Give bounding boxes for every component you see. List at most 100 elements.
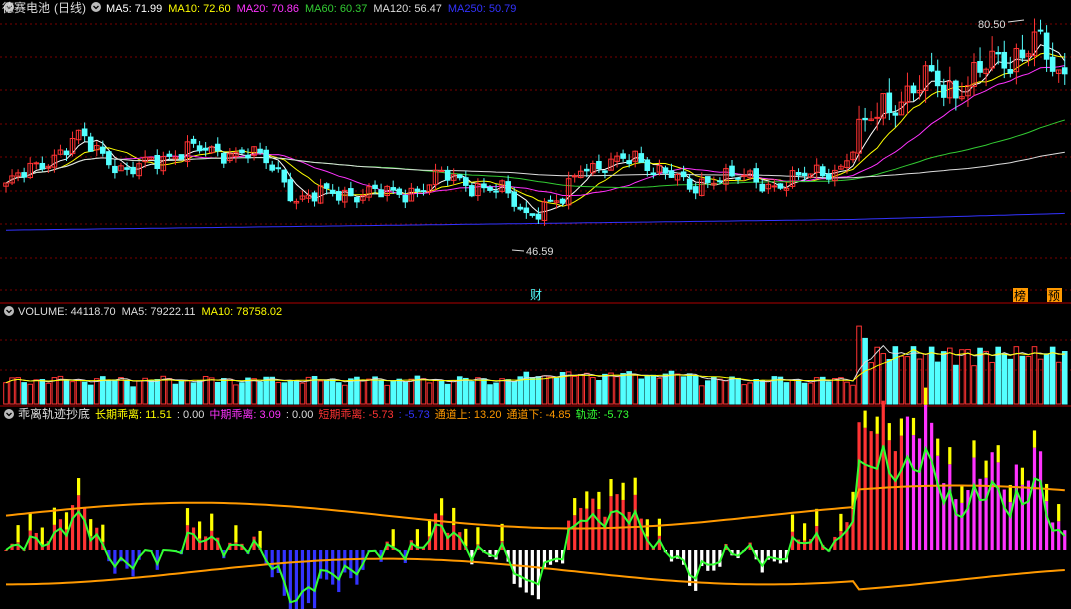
candle-body xyxy=(874,116,881,119)
candle-body xyxy=(456,174,463,179)
indicator-legend-item-6: 通道上: 13.20 xyxy=(435,407,502,421)
candlestick xyxy=(577,165,584,179)
marker-financial[interactable]: 财 xyxy=(530,288,542,302)
volume-bar xyxy=(934,361,941,405)
long-deviation-bar xyxy=(77,478,81,496)
long-deviation-bar xyxy=(645,519,649,537)
volume-bar xyxy=(481,378,487,405)
deviation-bar xyxy=(815,526,819,550)
volume-bar xyxy=(214,381,221,405)
volume-bar xyxy=(390,380,396,405)
long-deviation-bar xyxy=(573,498,577,516)
ma-menu-icon[interactable] xyxy=(91,2,101,12)
indicator-menu-icon[interactable] xyxy=(4,409,14,419)
candle-body xyxy=(729,165,735,177)
volume-bar xyxy=(287,380,294,405)
volume-bar xyxy=(535,376,542,405)
long-deviation-bar xyxy=(875,416,879,434)
candlestick xyxy=(584,163,590,178)
candlesticks[interactable] xyxy=(3,18,1068,226)
deviation-bar xyxy=(52,524,56,550)
deviation-bar xyxy=(712,550,716,571)
volume-bar xyxy=(432,379,439,405)
marker-forecast[interactable]: 预 xyxy=(1048,289,1060,303)
candlestick xyxy=(106,150,112,169)
candlestick xyxy=(1001,40,1008,79)
candlestick xyxy=(227,148,233,163)
volume-menu-icon[interactable] xyxy=(4,306,14,316)
deviation-bar xyxy=(778,550,782,564)
candle-body xyxy=(771,185,778,188)
candle-body xyxy=(335,191,342,201)
candlestick xyxy=(118,162,124,172)
candle-body xyxy=(953,80,959,99)
volume-bar xyxy=(33,379,40,405)
stock-chart[interactable]: 德赛电池 (日线) MA5: 71.99 MA10: 72.60 MA20: 70.… xyxy=(0,0,1071,609)
candlestick xyxy=(348,181,354,197)
ma-legend-item-2: MA20: 70.86 xyxy=(237,3,299,15)
candlestick xyxy=(620,149,626,162)
volume-bar xyxy=(299,382,306,405)
volume-bar xyxy=(87,384,94,405)
candle-body xyxy=(275,167,282,170)
candlestick xyxy=(904,72,911,115)
candle-body xyxy=(668,170,675,178)
candle-body xyxy=(505,181,511,194)
volume-bar xyxy=(747,382,753,405)
deviation-bar xyxy=(83,507,87,550)
candlestick xyxy=(481,178,487,193)
long-deviation-bar xyxy=(40,527,44,545)
volume-bar xyxy=(838,377,844,405)
deviation-bar xyxy=(530,550,534,596)
candlestick xyxy=(233,147,239,163)
deviation-bar xyxy=(548,550,553,565)
deviation-bar xyxy=(131,550,135,577)
volume-bar xyxy=(106,379,112,405)
volume-bar xyxy=(547,376,554,405)
deviation-bar xyxy=(893,451,897,550)
candle-body xyxy=(420,190,427,193)
candlestick xyxy=(317,178,324,205)
indicator-legend-item-1: : 0.00 xyxy=(177,409,205,421)
long-deviation-bar xyxy=(1020,467,1024,485)
candle-body xyxy=(620,153,626,159)
candle-body xyxy=(529,213,536,216)
candlestick xyxy=(819,163,826,179)
long-deviation-bar xyxy=(1045,483,1049,502)
deviation-bar xyxy=(984,477,988,550)
volume-bars[interactable] xyxy=(3,325,1068,405)
volume-bar xyxy=(674,373,681,405)
deviation-bar xyxy=(869,431,873,550)
deviation-bar xyxy=(591,498,595,550)
volume-bar xyxy=(577,373,584,405)
marker-rank[interactable]: 榜 xyxy=(1014,288,1026,303)
candlestick xyxy=(880,93,887,126)
long-deviation-bar xyxy=(803,523,807,541)
volume-bar xyxy=(1019,355,1026,405)
volume-bar xyxy=(995,346,1002,405)
long-deviation-bar xyxy=(972,440,976,458)
candle-body xyxy=(644,159,651,171)
candle-body xyxy=(1019,49,1026,59)
deviation-bar xyxy=(204,536,208,550)
candlestick xyxy=(886,78,893,121)
volume-bar xyxy=(75,379,82,405)
candlestick xyxy=(342,186,348,208)
deviation-bar xyxy=(58,519,63,550)
candle-body xyxy=(263,149,269,164)
candlestick xyxy=(1055,69,1062,83)
candlestick xyxy=(874,102,881,131)
indicator-legend-item-4: 短期乖离: -5.73 xyxy=(318,407,393,421)
candlestick xyxy=(469,182,475,198)
candle-body xyxy=(584,168,590,172)
long-deviation-bar xyxy=(198,521,202,539)
volume-bar xyxy=(553,377,560,405)
candlestick xyxy=(57,144,64,156)
volume-bar xyxy=(475,377,481,405)
candle-body xyxy=(39,162,46,170)
candle-body xyxy=(348,188,354,197)
volume-bar xyxy=(142,377,148,405)
volume-bar xyxy=(9,377,15,405)
deviation-bar xyxy=(706,550,710,571)
deviation-bar xyxy=(536,550,540,600)
